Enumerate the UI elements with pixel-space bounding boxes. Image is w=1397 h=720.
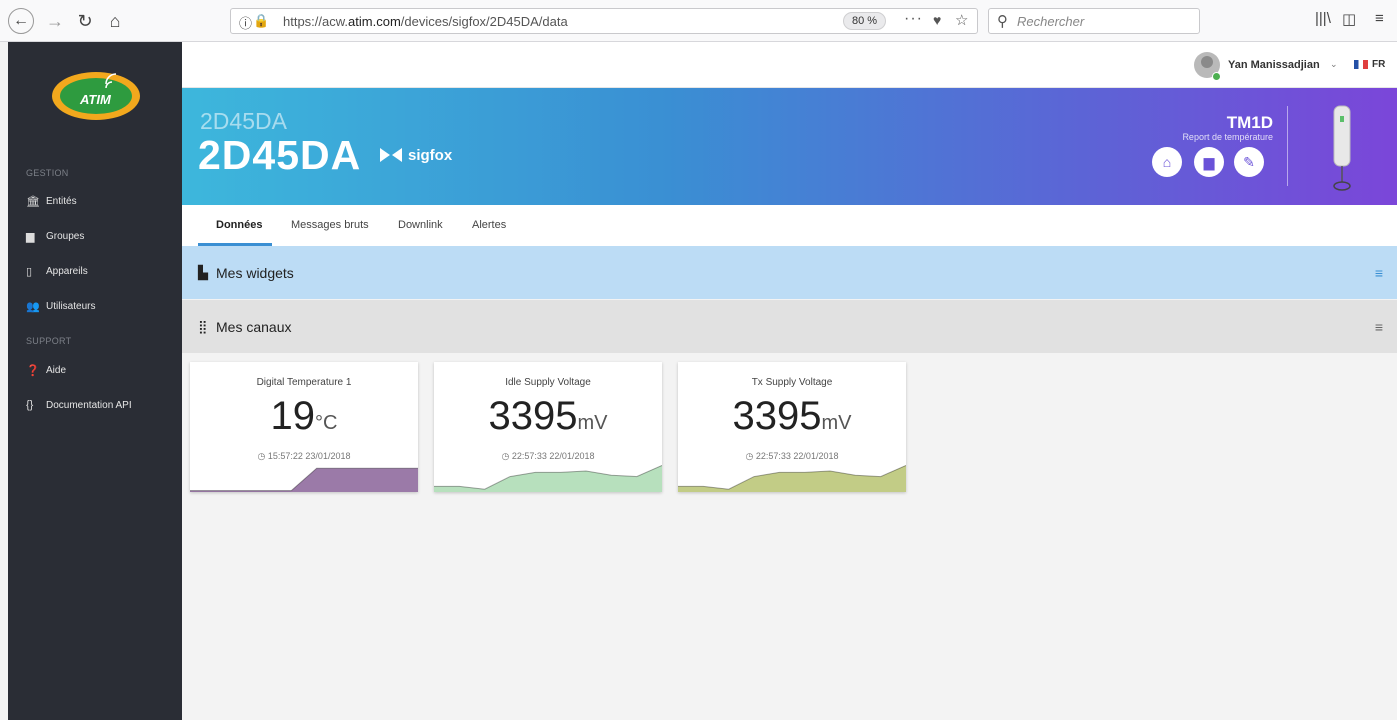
url-text[interactable]: https://acw.atim.com/devices/sigfox/2D45… <box>283 14 568 29</box>
network-name: sigfox <box>408 146 453 164</box>
dashboard-icon: ▙ <box>198 264 208 280</box>
channels-section: ⣿ Mes canaux ≡ <box>182 300 1397 353</box>
device-image <box>1333 105 1351 191</box>
users-icon: 👥 <box>26 300 40 313</box>
card-value: 19°C <box>190 394 418 439</box>
device-model-description: Report de température <box>1182 132 1273 142</box>
sparkline-chart <box>434 464 662 492</box>
forward-arrow-icon[interactable]: → <box>44 8 66 34</box>
language-selector[interactable]: FR <box>1354 59 1385 70</box>
device-title: 2D45DA <box>198 132 362 178</box>
channel-card[interactable]: Tx Supply Voltage 3395mV ◷ 22:57:33 22/0… <box>678 362 906 492</box>
tab-alertes[interactable]: Alertes <box>472 219 506 231</box>
card-number: 19 <box>270 394 316 438</box>
card-number: 3395 <box>732 394 822 438</box>
card-unit: mV <box>577 412 608 434</box>
channel-card[interactable]: Digital Temperature 1 19°C ◷ 15:57:22 23… <box>190 362 418 492</box>
home-button[interactable]: ⌂ <box>1152 147 1182 177</box>
device-model: TM1D <box>1226 113 1273 132</box>
card-title: Tx Supply Voltage <box>751 377 833 388</box>
card-title: Digital Temperature 1 <box>256 377 352 388</box>
tab-bar: Données Messages bruts Downlink Alertes <box>182 205 1397 246</box>
home-icon: ⌂ <box>1162 154 1172 170</box>
sidebar-item-label: Groupes <box>46 230 85 242</box>
chevron-down-icon[interactable]: ⌄ <box>1330 59 1338 70</box>
card-unit: °C <box>315 412 338 434</box>
hamburger-menu-icon[interactable]: ≡ <box>1375 10 1384 27</box>
sidebar-item-documentation-api[interactable]: {} Documentation API <box>8 393 182 417</box>
sparkline-chart <box>190 467 418 492</box>
sigfox-logo-icon <box>380 148 402 162</box>
edit-button[interactable]: ✎ <box>1234 147 1264 177</box>
header-divider <box>1287 106 1288 186</box>
sidebar-item-groupes[interactable]: ▆ Groupes <box>8 224 182 248</box>
network-badge: sigfox <box>378 142 452 168</box>
pocket-icon[interactable]: ♥ <box>933 12 941 28</box>
help-icon: ❓ <box>26 364 40 377</box>
more-icon[interactable]: ··· <box>904 10 923 28</box>
browser-toolbar: ← → ↻ ⌂ ⓘ 🔒 https://acw.atim.com/devices… <box>0 0 1397 42</box>
folder-icon: ▆ <box>26 230 35 243</box>
info-icon[interactable]: ⓘ <box>239 13 252 32</box>
atim-logo[interactable]: ATIM <box>48 64 144 124</box>
device-subtitle: 2D45DA <box>200 108 287 134</box>
sidebar-item-label: Documentation API <box>46 399 132 411</box>
search-input[interactable]: ⚲ Rechercher <box>988 8 1200 34</box>
card-value: 3395mV <box>678 394 906 439</box>
logo-text: ATIM <box>79 92 112 107</box>
bank-icon: 🏛 <box>26 195 40 208</box>
tab-donnees[interactable]: Données <box>216 219 262 231</box>
username[interactable]: Yan Manissadjian <box>1228 59 1320 71</box>
home-icon[interactable]: ⌂ <box>104 8 126 34</box>
zoom-level[interactable]: 80 % <box>843 12 887 30</box>
folder-button[interactable]: ▆ <box>1194 147 1224 177</box>
language-code: FR <box>1372 59 1386 70</box>
braces-icon: {} <box>26 399 34 411</box>
tab-downlink[interactable]: Downlink <box>398 219 443 231</box>
sidebar-item-entites[interactable]: 🏛 Entités <box>8 189 182 213</box>
card-number: 3395 <box>488 394 578 438</box>
widgets-section: ▙ Mes widgets ≡ <box>182 246 1397 299</box>
sidebar: ATIM GESTION 🏛 Entités ▆ Groupes ▯ Appar… <box>8 42 182 720</box>
sparkline-area <box>678 465 906 492</box>
reload-icon[interactable]: ↻ <box>74 8 96 34</box>
grid-icon: ⣿ <box>198 318 208 334</box>
lock-warning-icon[interactable]: 🔒 <box>253 13 269 29</box>
card-value: 3395mV <box>434 394 662 439</box>
channels-menu-icon[interactable]: ≡ <box>1375 319 1383 335</box>
address-bar[interactable]: ⓘ 🔒 https://acw.atim.com/devices/sigfox/… <box>230 8 978 34</box>
sparkline-area <box>190 468 418 492</box>
back-arrow-icon[interactable]: ← <box>8 8 34 34</box>
channel-card[interactable]: Idle Supply Voltage 3395mV ◷ 22:57:33 22… <box>434 362 662 492</box>
folder-icon: ▆ <box>1203 153 1215 170</box>
widgets-menu-icon[interactable]: ≡ <box>1375 265 1383 281</box>
sidebar-item-utilisateurs[interactable]: 👥 Utilisateurs <box>8 294 182 318</box>
flag-icon <box>1354 60 1368 69</box>
card-title: Idle Supply Voltage <box>505 377 591 388</box>
sparkline-area <box>434 465 662 492</box>
section-gestion: GESTION <box>26 168 69 178</box>
widgets-title: Mes widgets <box>216 264 294 281</box>
sidebar-item-aide[interactable]: ❓ Aide <box>8 358 182 382</box>
sidebar-item-appareils[interactable]: ▯ Appareils <box>8 259 182 283</box>
search-placeholder: Rechercher <box>1017 14 1085 29</box>
sidebar-item-label: Aide <box>46 364 67 376</box>
device-icon: ▯ <box>26 265 33 278</box>
search-icon: ⚲ <box>997 13 1008 30</box>
sidebar-item-label: Appareils <box>46 265 88 277</box>
sparkline-chart <box>678 464 906 492</box>
channels-title: Mes canaux <box>216 318 292 335</box>
device-header: 2D45DA 2D45DA sigfox TM1D Report de temp… <box>182 88 1397 205</box>
tab-messages-bruts[interactable]: Messages bruts <box>291 219 369 231</box>
sidebar-item-label: Entités <box>46 195 77 207</box>
bookmark-star-icon[interactable]: ☆ <box>955 11 968 29</box>
user-bar: Yan Manissadjian ⌄ FR <box>182 42 1397 88</box>
sidebar-item-label: Utilisateurs <box>46 300 96 312</box>
sidebar-toggle-icon[interactable]: ◫ <box>1342 10 1356 28</box>
online-status-icon <box>1212 72 1221 81</box>
card-unit: mV <box>821 412 852 434</box>
pencil-icon: ✎ <box>1243 153 1255 170</box>
section-support: SUPPORT <box>26 336 72 346</box>
library-icon[interactable]: |||\ <box>1315 10 1331 27</box>
